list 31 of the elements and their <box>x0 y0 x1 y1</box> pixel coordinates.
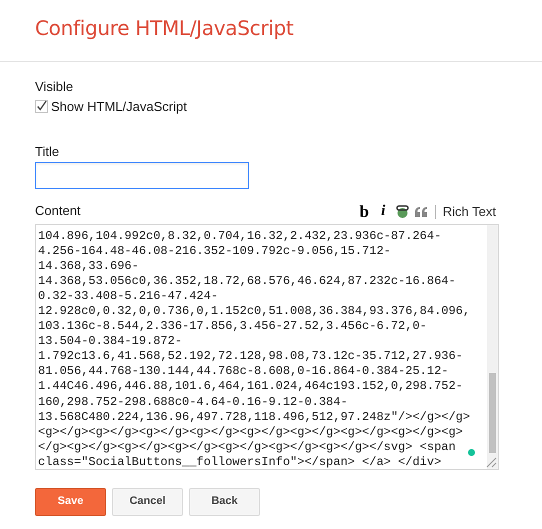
rich-text-link[interactable]: Rich Text <box>440 202 499 222</box>
check-icon <box>36 100 47 114</box>
checkbox-label: Show HTML/JavaScript <box>51 98 187 116</box>
code-line: 12.928c0,0.32,0,0.736,0,1.152c0,51.008,36.384,93.376,84.096, <box>38 304 470 320</box>
code-line: 0.32-33.408-5.216-47.424- <box>38 288 218 304</box>
content-label: Content <box>35 202 81 220</box>
code-line: 13.568C480.224,136.96,497.728,118.496,512,97.248z"/></g></g> <box>38 410 470 425</box>
code-line: class="SocialButtons__followersInfo"></span> </a> </div> <box>38 454 442 468</box>
visible-label: Visible <box>35 79 74 95</box>
code-line: 103.136c-8.544,2.336-17.856,3.456-27.52,3.456c-6.72,0- <box>38 319 427 334</box>
code-line: 14.368,33.696- <box>38 258 139 274</box>
code-line: 1.44C46.496,446.88,101.6,464,161.024,464c193.152,0,298.752- <box>38 379 463 395</box>
code-line: 13.504-0.384-19.872- <box>38 334 182 350</box>
form-button[interactable]: Back <box>189 488 260 516</box>
code-line: <g></g><g></g><g></g><g></g><g></g><g></g><g></g><g></g><g> <box>38 424 463 440</box>
title-label: Title <box>35 144 60 160</box>
code-line: </g><g></g><g></g><g></g><g></g><g></g><g></g></svg> <span <box>38 440 456 455</box>
code-line: 81.056,44.768-130.144,44.768c-8.608,0-16.864-0.384-25.12- <box>38 364 448 380</box>
italic-button[interactable]: i <box>374 200 393 222</box>
title-field[interactable] <box>35 162 249 188</box>
content-editor[interactable] <box>35 224 499 470</box>
quote-icon <box>414 206 428 216</box>
code-line: 4.256-164.48-46.08-216.352-109.792c-9.056,15.712- <box>38 244 391 259</box>
code-line: 104.896,104.992c0,8.32,0.704,16.32,2.432,23.936c-87.264- <box>38 228 442 244</box>
code-line: 1.792c13.6,41.568,52.192,72.128,98.08,73.12c-35.712,27.936- <box>38 349 463 364</box>
dialog-title: Configure HTML/JavaScript <box>35 15 294 42</box>
bold-button[interactable]: b <box>354 200 374 222</box>
code-line: 160,298.752-298.688c0-4.64-0.16-9.12-0.384- <box>38 394 348 410</box>
code-line: 14.368,53.056c0,36.352,18.72,68.576,46.624,87.232c-16.864- <box>38 274 456 289</box>
checkbox[interactable] <box>35 100 48 114</box>
form-button[interactable]: Cancel <box>112 488 183 516</box>
